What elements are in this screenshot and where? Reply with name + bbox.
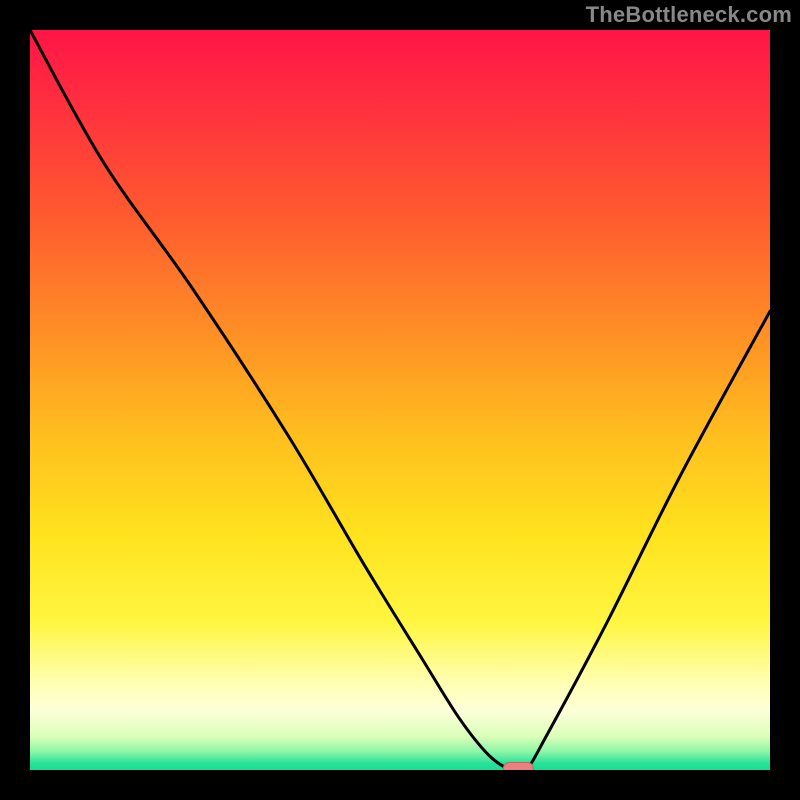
watermark-text: TheBottleneck.com (586, 2, 792, 28)
chart-frame: TheBottleneck.com (0, 0, 800, 800)
plot-area (30, 30, 770, 770)
optimal-marker (503, 763, 533, 771)
gradient-background (30, 30, 770, 770)
chart-svg (30, 30, 770, 770)
